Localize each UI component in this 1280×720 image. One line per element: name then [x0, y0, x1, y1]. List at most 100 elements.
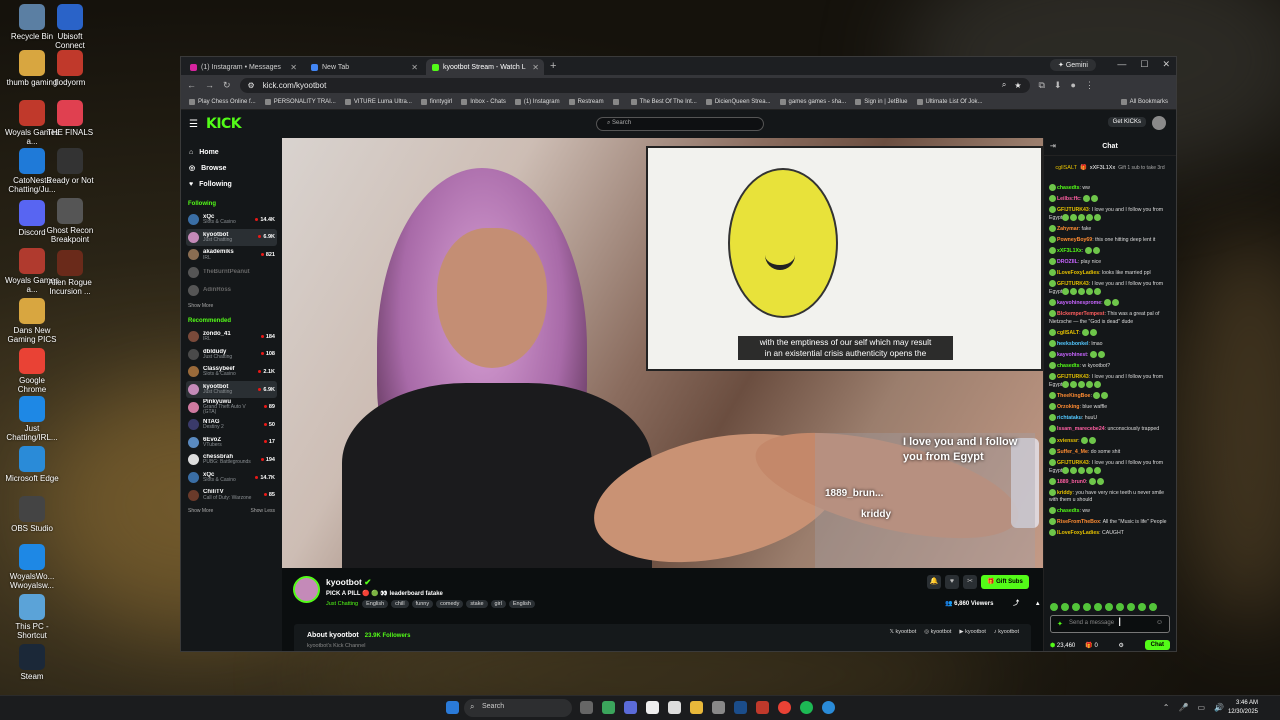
maximize-button[interactable]: ☐ — [1140, 59, 1148, 70]
chat-username[interactable]: xvienssr — [1057, 437, 1078, 443]
chat-username[interactable]: Zahymar — [1057, 226, 1079, 232]
stream-tag[interactable]: English — [508, 600, 535, 608]
reload-icon[interactable]: ↻ — [223, 80, 231, 91]
edge-icon[interactable] — [822, 701, 835, 714]
chat-username[interactable]: chasedts — [1057, 363, 1080, 369]
downloads-icon[interactable]: ⬇ — [1054, 80, 1062, 91]
bookmark-item[interactable]: Sign in | JetBlue — [855, 99, 908, 105]
show-more-link[interactable]: Show More — [188, 508, 213, 514]
tab-close-icon[interactable]: ✕ — [411, 63, 418, 72]
share-icon[interactable]: ⤴ — [1013, 601, 1019, 607]
notepad-icon[interactable] — [646, 701, 659, 714]
sidebar-channel[interactable]: zondo_41 IRL 184 — [186, 328, 277, 346]
gift-count[interactable]: 🎁 0 — [1085, 642, 1098, 649]
sidebar-channel[interactable]: dbldudy Just Chatting 108 — [186, 346, 277, 364]
zoom-icon[interactable]: ⌕ — [1002, 80, 1006, 90]
gemini-button[interactable]: ✦ Gemini — [1050, 59, 1096, 71]
bookmark-item[interactable]: Play Chess Online f... — [189, 99, 256, 105]
chrome-icon[interactable] — [778, 701, 791, 714]
chat-username[interactable]: Issam_marecebe24 — [1057, 426, 1105, 432]
chat-username[interactable]: richtataku — [1057, 415, 1082, 421]
desktop-shortcut[interactable]: Dans New Gaming PICS — [4, 298, 60, 344]
desktop-shortcut[interactable]: THE FINALS — [42, 100, 98, 137]
social-link[interactable]: ▶ kyootbot — [959, 629, 986, 635]
desktop-shortcut[interactable]: flodyorm — [42, 50, 98, 87]
back-icon[interactable]: ← — [187, 80, 196, 90]
chat-username[interactable]: Leilbs:ffc — [1057, 195, 1080, 201]
emote-icon[interactable] — [1050, 603, 1058, 611]
sidebar-nav-home[interactable]: ⌂ Home — [186, 144, 277, 160]
emote-icon[interactable] — [1138, 603, 1146, 611]
desktop-shortcut[interactable]: Microsoft Edge — [4, 446, 60, 483]
omnibox[interactable]: ⚙ kick.com/kyootbot ⌕ ★ — [239, 77, 1030, 93]
chat-username[interactable]: PowneyBoy69 — [1057, 237, 1092, 243]
chat-username[interactable]: GFIJTURK43 — [1057, 460, 1089, 466]
forward-icon[interactable]: → — [205, 80, 214, 90]
show-less-link[interactable]: Show Less — [251, 508, 275, 514]
emote-icon[interactable] — [1149, 603, 1157, 611]
chat-input[interactable]: ✦ Send a message ☺ — [1050, 615, 1170, 633]
stream-tag[interactable]: girl — [490, 600, 506, 608]
file-explorer-icon[interactable] — [690, 701, 703, 714]
desktop-shortcut[interactable]: OBS Studio — [4, 496, 60, 533]
sidebar-channel[interactable]: ChiliTV Call of Duty: Warzone 85 — [186, 486, 277, 504]
search-input[interactable]: ⌕ Search — [596, 117, 764, 131]
menu-hamburger-icon[interactable]: ☰ — [189, 119, 198, 130]
browser-tab[interactable]: (1) Instagram • Messages ✕ — [184, 59, 302, 75]
network-icon[interactable]: ▭ — [1197, 703, 1205, 712]
bookmark-item[interactable]: (1) Instagram — [514, 99, 560, 105]
clock[interactable]: 3:46 AM 12/30/2025 — [1228, 699, 1258, 717]
stream-tag[interactable]: chill — [391, 600, 409, 608]
sidebar-channel[interactable]: NTAG Destiny 2 50 — [186, 416, 277, 434]
bookmark-item[interactable]: VITURE Luma Ultra... — [344, 99, 412, 105]
bookmark-star-icon[interactable]: ★ — [1014, 81, 1021, 90]
desktop-shortcut[interactable]: Just Chatting/IRL... — [4, 396, 60, 442]
desktop-shortcut[interactable]: Alien Rogue Incursion ... — [42, 250, 98, 296]
volume-icon[interactable]: 🔊 — [1214, 703, 1224, 712]
sidebar-channel[interactable]: xQc Slots & Casino 14.7K — [186, 469, 277, 487]
chat-username[interactable]: Suffer_4_Me — [1057, 448, 1088, 454]
chat-username[interactable]: chasedts — [1057, 184, 1080, 190]
close-window-button[interactable]: ✕ — [1162, 59, 1170, 70]
chat-username[interactable]: heeksbonkel — [1057, 341, 1088, 347]
browser-tab[interactable]: kyootbot Stream - Watch L ✕ — [426, 59, 544, 75]
microphone-icon[interactable]: 🎤 — [1179, 703, 1189, 712]
start-button[interactable] — [446, 701, 459, 714]
chat-settings-icon[interactable]: ⚙ — [1119, 642, 1124, 649]
app-icon[interactable] — [602, 701, 615, 714]
sidebar-channel[interactable]: TheBurntPeanut — [186, 264, 277, 282]
steam-icon[interactable] — [734, 701, 747, 714]
bookmark-item[interactable]: Ultimate List Of Jok... — [916, 99, 983, 105]
streamer-avatar[interactable] — [293, 576, 320, 603]
chat-username[interactable]: GFIJTURK43 — [1057, 374, 1089, 380]
gift-subs-button[interactable]: 🎁 Gift Subs — [981, 575, 1029, 589]
profile-icon[interactable]: ● — [1071, 80, 1076, 90]
desktop-shortcut[interactable]: Google Chrome — [4, 348, 60, 394]
sidebar-channel[interactable]: kyootbot Just Chatting 6.9K — [186, 380, 277, 399]
kick-logo[interactable]: KICK — [206, 116, 242, 132]
chat-username[interactable]: kayvohinesprome — [1057, 300, 1101, 306]
chat-username[interactable]: xXF3L1Xx — [1057, 248, 1082, 254]
emote-icon[interactable] — [1083, 603, 1091, 611]
stream-tag[interactable]: comedy — [436, 600, 464, 608]
clip-icon[interactable]: ✂ — [963, 575, 977, 589]
menu-icon[interactable]: ⋮ — [1085, 80, 1094, 91]
bookmark-item[interactable]: DicienQueen Strea... — [705, 99, 771, 105]
streamer-name[interactable]: kyootbot ✔ — [326, 577, 371, 588]
bookmark-item[interactable]: Inbox - Chats — [461, 99, 506, 105]
sidebar-nav-browse[interactable]: ◎ Browse — [186, 160, 277, 176]
chat-username[interactable]: DROZIIL — [1057, 259, 1078, 265]
sidebar-channel[interactable]: kyootbot Just Chatting 6.9K — [186, 228, 277, 247]
desktop-shortcut[interactable]: This PC - Shortcut — [4, 594, 60, 640]
send-chat-button[interactable]: Chat — [1144, 640, 1170, 650]
chat-username[interactable]: chasedts — [1057, 508, 1080, 514]
desktop-shortcut[interactable]: WoyalsWo... Wwoyalsw... — [4, 544, 60, 590]
emoji-picker-icon[interactable]: ☺ — [1156, 619, 1163, 626]
emote-icon[interactable] — [1094, 603, 1102, 611]
spotify-icon[interactable] — [800, 701, 813, 714]
video-player[interactable]: with the emptiness of our self which may… — [282, 138, 1043, 568]
chat-username[interactable]: RiseFromTheBox — [1057, 519, 1100, 525]
sidebar-channel[interactable]: Classybeef Slots & Casino 2.1K — [186, 363, 277, 381]
chat-username[interactable]: ILoveFoxyLadies — [1057, 530, 1099, 536]
bookmark-item[interactable]: The Best Of The Int... — [630, 99, 697, 105]
